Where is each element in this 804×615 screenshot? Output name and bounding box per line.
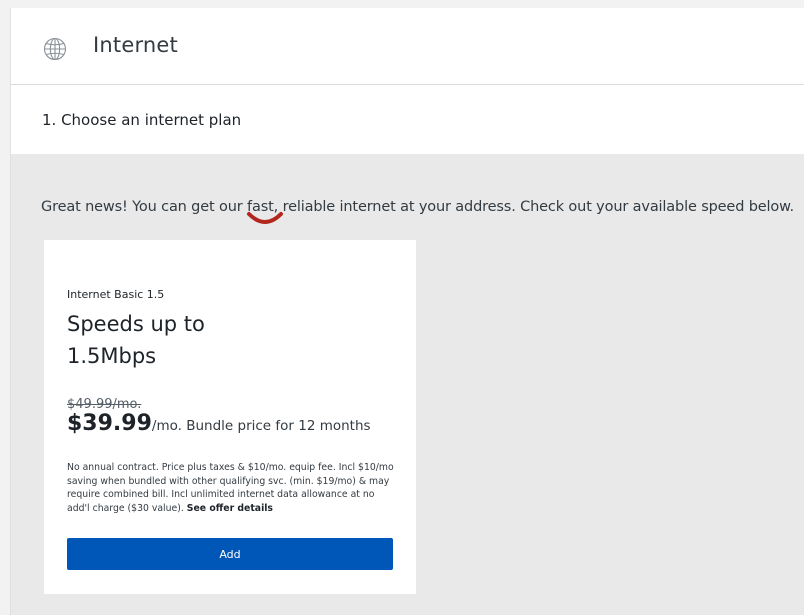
offer-details-link[interactable]: See offer details [187,503,273,514]
add-plan-button[interactable]: Add [67,538,393,570]
globe-icon [43,37,67,61]
page-title: Internet [93,33,178,57]
plan-fine-print: No annual contract. Price plus taxes & $… [67,461,397,515]
plan-name: Internet Basic 1.5 [67,288,165,301]
price-row: $39.99/mo. Bundle price for 12 months [67,411,371,436]
original-price: $49.99/mo. [67,397,142,412]
section-header: Internet [11,8,804,85]
plan-card: Internet Basic 1.5 Speeds up to 1.5Mbps … [44,240,416,594]
plan-speed: Speeds up to 1.5Mbps [67,312,205,368]
availability-message: Great news! You can get our fast, reliab… [41,199,794,215]
step-title: 1. Choose an internet plan [42,111,242,129]
current-price: $39.99 [67,411,152,436]
price-terms: /mo. Bundle price for 12 months [151,418,371,434]
annotation-mark [247,212,283,224]
step-header: 1. Choose an internet plan [11,85,804,154]
checkout-frame: Internet 1. Choose an internet plan Grea… [10,8,804,615]
